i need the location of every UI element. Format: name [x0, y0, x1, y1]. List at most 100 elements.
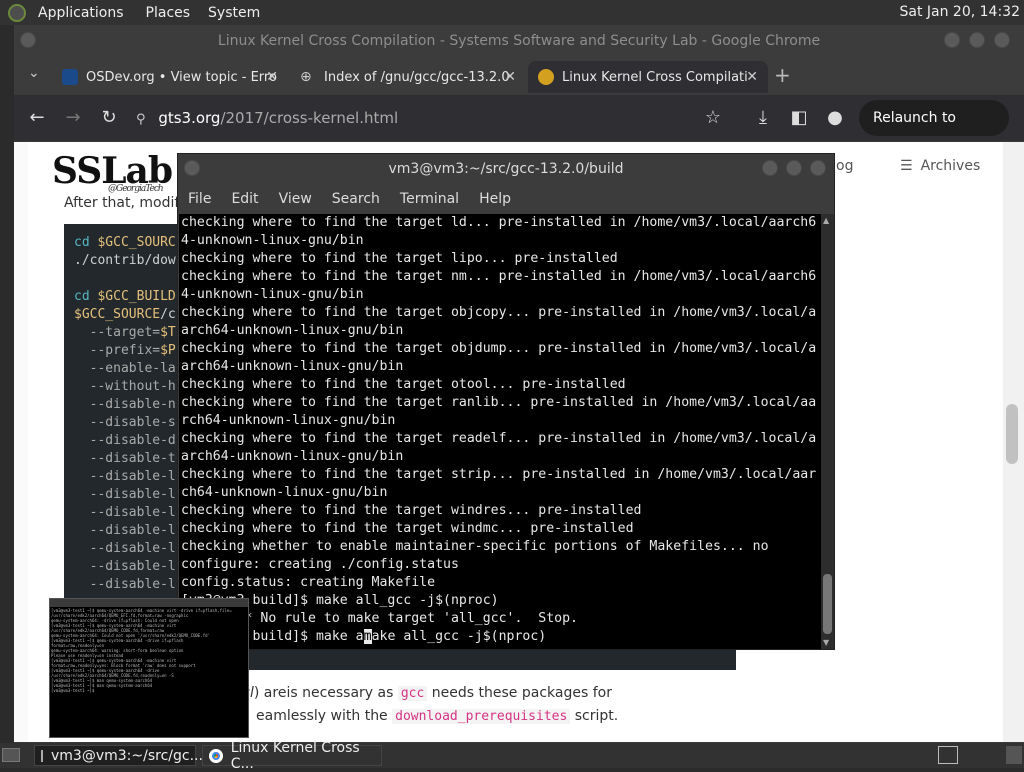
tab-label: OSDev.org • View topic - Erro: [86, 69, 277, 85]
url-host: gts3.org: [158, 109, 221, 127]
terminal-menu-search[interactable]: Search: [332, 191, 380, 207]
terminal-line: checking where to find the target readel…: [181, 431, 817, 446]
terminal-prompt-line: [vm3@vm3 build]$ make amake all_gcc -j$(…: [181, 629, 547, 644]
tab-label: Index of /gnu/gcc/gcc-13.2.0: [324, 69, 510, 85]
sslab-logo[interactable]: SSLab @GeorgiaTech: [52, 150, 173, 198]
tab-close-icon[interactable]: ✕: [746, 69, 758, 85]
terminal-line: rch64-unknown-linux-gnu/bin: [181, 413, 396, 428]
maximize-button[interactable]: [969, 32, 985, 48]
bookmark-star-icon[interactable]: ☆: [698, 95, 728, 141]
terminal-line: 4-unknown-linux-gnu/bin: [181, 233, 364, 248]
distro-logo-icon[interactable]: [8, 3, 26, 22]
terminal-output[interactable]: checking where to find the target ld... …: [179, 214, 821, 649]
terminal-line: checking where to find the target objcop…: [181, 305, 817, 320]
minimize-button[interactable]: [944, 32, 960, 48]
forward-arrow-icon[interactable]: →: [58, 95, 88, 141]
terminal-line: checking where to find the target windre…: [181, 503, 642, 518]
terminal-line: [vm3@vm3 build]$ make all_gcc -j$(nproc): [181, 593, 499, 608]
archives-list-icon: ☰: [900, 158, 913, 174]
tab-osdev[interactable]: OSDev.org • View topic - Erro ✕: [52, 61, 288, 93]
terminal-line: make: *** No rule to make target 'all_gc…: [181, 611, 578, 626]
terminal-menu-terminal[interactable]: Terminal: [400, 191, 459, 207]
menu-system[interactable]: System: [208, 5, 260, 21]
window-preview-thumbnail[interactable]: [vm3@vm3-test1 ~]$ qemu-system-aarch64 -…: [49, 598, 249, 738]
url-path: /2017/cross-kernel.html: [220, 109, 399, 127]
osdev-favicon-icon: [62, 69, 78, 85]
terminal-icon: [41, 749, 43, 762]
terminal-line: checking where to find the target objdum…: [181, 341, 817, 356]
terminal-line: arch64-unknown-linux-gnu/bin: [181, 449, 404, 464]
scroll-up-icon[interactable]: ▲: [823, 216, 829, 225]
download-icon[interactable]: ⤓: [748, 95, 778, 141]
nav-archives-label: Archives: [920, 158, 981, 174]
terminal-menu-help[interactable]: Help: [479, 191, 511, 207]
new-tab-plus-icon[interactable]: +: [774, 63, 791, 87]
terminal-line: configure: creating ./config.status: [181, 557, 459, 572]
terminal-maximize-button[interactable]: [786, 160, 802, 176]
taskbar-item-chrome[interactable]: Linux Kernel Cross C...: [202, 740, 382, 772]
menu-places[interactable]: Places: [146, 5, 191, 21]
page-scrollbar[interactable]: [1003, 142, 1024, 742]
terminal-window: vm3@vm3:~/src/gcc-13.2.0/build File Edit…: [177, 153, 835, 650]
nav-blog-link[interactable]: og: [836, 158, 853, 174]
scroll-down-icon[interactable]: ▼: [823, 638, 829, 647]
terminal-menu-view[interactable]: View: [279, 191, 312, 207]
close-button[interactable]: [994, 32, 1010, 48]
taskbar-label: Linux Kernel Cross C...: [230, 739, 360, 772]
nav-archives-link[interactable]: ☰ Archives: [900, 158, 980, 174]
menu-applications[interactable]: Applications: [38, 5, 124, 21]
window-menu-button[interactable]: [20, 32, 36, 48]
terminal-line: checking where to find the target lipo..…: [181, 251, 618, 266]
tab-strip: ⌄ OSDev.org • View topic - Erro ✕ ⊕ Inde…: [14, 57, 1024, 95]
terminal-line: checking where to find the target strip.…: [181, 467, 817, 482]
terminal-menu-edit[interactable]: Edit: [231, 191, 258, 207]
terminal-line: arch64-unknown-linux-gnu/bin: [181, 323, 404, 338]
terminal-title: vm3@vm3:~/src/gcc-13.2.0/build: [178, 154, 834, 184]
sslab-favicon-icon: [538, 69, 554, 85]
terminal-scrollbar[interactable]: ▲ ▼: [821, 214, 834, 649]
window-title: Linux Kernel Cross Compilation - Systems…: [14, 25, 1024, 57]
tab-search-chevron-icon[interactable]: ⌄: [28, 65, 40, 81]
taskbar-item-terminal[interactable]: vm3@vm3:~/src/gc...: [34, 745, 203, 766]
tab-label: Linux Kernel Cross Compilati: [562, 69, 748, 85]
inline-code-gcc: gcc: [397, 686, 428, 701]
terminal-line: checking where to find the target otool.…: [181, 377, 626, 392]
side-panel-icon[interactable]: ◧: [784, 95, 814, 141]
relaunch-to-update-button[interactable]: Relaunch to update ⋮: [859, 100, 1009, 162]
terminal-line: checking where to find the target ranlib…: [181, 395, 817, 410]
terminal-scroll-thumb[interactable]: [823, 574, 832, 634]
terminal-line: 4-unknown-linux-gnu/bin: [181, 287, 364, 302]
address-bar[interactable]: ⚲ gts3.org/2017/cross-kernel.html: [124, 100, 734, 136]
back-arrow-icon[interactable]: ←: [22, 95, 52, 141]
tab-close-icon[interactable]: ✕: [266, 69, 278, 85]
tab-linux-kernel-cross[interactable]: Linux Kernel Cross Compilati ✕: [528, 61, 768, 93]
terminal-minimize-button[interactable]: [762, 160, 778, 176]
site-info-icon[interactable]: ⚲: [136, 112, 146, 127]
bottom-taskbar: vm3@vm3:~/src/gc... Linux Kernel Cross C…: [0, 740, 1024, 772]
tab-gcc-index[interactable]: ⊕ Index of /gnu/gcc/gcc-13.2.0 ✕: [290, 61, 526, 93]
logo-subtitle: @GeorgiaTech: [108, 184, 164, 194]
terminal-menubar: File Edit View Search Terminal Help: [178, 184, 834, 214]
tab-close-icon[interactable]: ✕: [504, 69, 516, 85]
trash-icon[interactable]: [1006, 746, 1022, 764]
terminal-line: checking whether to enable maintainer-sp…: [181, 539, 769, 554]
taskbar-label: vm3@vm3:~/src/gc...: [51, 747, 203, 764]
reload-icon[interactable]: ↻: [94, 95, 124, 141]
terminal-menu-file[interactable]: File: [188, 191, 211, 207]
page-scroll-thumb[interactable]: [1006, 404, 1018, 464]
terminal-line: ch64-unknown-linux-gnu/bin: [181, 485, 388, 500]
show-desktop-icon[interactable]: [2, 748, 20, 762]
terminal-cursor: m: [363, 629, 372, 644]
profile-icon[interactable]: ●: [820, 95, 850, 141]
terminal-close-button[interactable]: [810, 160, 826, 176]
browser-toolbar: ← → ↻ ⚲ gts3.org/2017/cross-kernel.html …: [14, 95, 1024, 162]
terminal-window-menu-button[interactable]: [184, 160, 200, 176]
thumbnail-text: [vm3@vm3-test1 ~]$ qemu-system-aarch64 -…: [51, 608, 232, 693]
globe-icon: ⊕: [300, 69, 312, 85]
chrome-icon: [209, 748, 223, 763]
workspace-switcher-icon[interactable]: [938, 746, 958, 764]
terminal-line: arch64-unknown-linux-gnu/bin: [181, 359, 404, 374]
inline-code-download-prerequisites: download_prerequisites: [392, 709, 571, 724]
clock[interactable]: Sat Jan 20, 14:32: [900, 4, 1021, 20]
terminal-line: checking where to find the target windmc…: [181, 521, 634, 536]
